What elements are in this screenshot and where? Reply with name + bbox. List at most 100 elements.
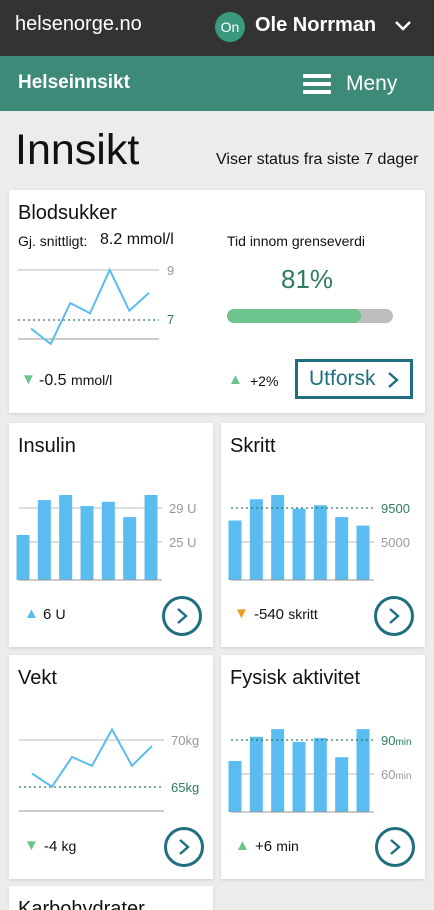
axis-label-target-unit: min <box>395 737 411 748</box>
trend-unit: skritt <box>288 606 318 622</box>
app-brand[interactable]: Helseinnsikt <box>18 72 130 94</box>
blood-sugar-chart: 9 7 <box>18 263 174 346</box>
trend-number: +6 <box>255 838 273 855</box>
chart-bar <box>101 501 115 580</box>
carbohydrates-card[interactable]: Karbohydrater <box>9 886 213 910</box>
average-label: Gj. snittligt: <box>18 233 88 249</box>
chart-bar <box>292 508 306 580</box>
axis-label-target-number: 90 <box>381 733 395 748</box>
trend-up-icon: ▲ <box>24 605 39 622</box>
range-progress-bar <box>227 309 393 323</box>
trend-number: -540 <box>254 606 285 623</box>
axis-label-low: 5000 <box>381 535 410 550</box>
chart-series-line <box>30 267 150 346</box>
insulin-chart: 29 U 25 U <box>16 495 196 581</box>
range-label: Tid innom grenseverdi <box>227 233 365 249</box>
axis-label-high: 9 <box>167 263 174 278</box>
hamburger-icon <box>303 74 331 94</box>
axis-label-target: 7 <box>167 312 174 327</box>
trend-value: +6 min <box>255 838 299 855</box>
chart-bar <box>292 741 306 812</box>
trend-down-icon: ▼ <box>234 605 249 622</box>
weight-card: Vekt 70kg 65kg ▼ -4 kg <box>9 655 213 879</box>
chart-bar <box>271 729 285 812</box>
chart-bar <box>16 534 30 580</box>
chevron-right-icon <box>179 839 190 855</box>
open-insulin-button[interactable] <box>162 596 202 636</box>
open-activity-button[interactable] <box>375 827 415 867</box>
trend-up-icon: ▲ <box>235 837 250 854</box>
trend-unit: min <box>276 838 299 854</box>
menu-button[interactable]: Meny <box>303 70 413 98</box>
trend-value: 6 U <box>43 606 66 623</box>
trend-up-icon: ▲ <box>228 371 243 388</box>
activity-chart: 90min 60min <box>228 729 412 813</box>
blood-sugar-card: Blodsukker Gj. snittligt: 8.2 mmol/l 9 7… <box>9 190 425 413</box>
chart-bar <box>335 517 349 580</box>
trend-value: -540 skritt <box>254 606 318 623</box>
chart-bar <box>37 500 51 580</box>
steps-chart: 9500 5000 <box>228 495 410 581</box>
chart-bar <box>313 738 327 812</box>
trend-down-icon: ▼ <box>21 371 36 388</box>
axis-label-low: 25 U <box>169 535 196 550</box>
chart-bar <box>249 736 263 812</box>
chevron-right-icon <box>390 839 401 855</box>
chevron-right-icon <box>389 608 400 624</box>
card-title: Skritt <box>230 435 276 457</box>
trend-unit: mmol/l <box>71 372 113 388</box>
range-percentage: 81% <box>281 264 334 294</box>
insulin-card: Insulin 29 U 25 U ▲ 6 U <box>9 423 213 647</box>
card-title: Insulin <box>18 435 76 457</box>
open-weight-button[interactable] <box>164 827 204 867</box>
chart-bar <box>249 499 263 580</box>
physical-activity-card: Fysisk aktivitet 90min 60min ▲ +6 min <box>221 655 425 879</box>
weight-chart: 70kg 65kg <box>19 727 199 812</box>
axis-label-high: 29 U <box>169 501 196 516</box>
app-nav-bar: Helseinnsikt Meny <box>0 56 434 111</box>
trend-value: -0.5 mmol/l <box>39 372 112 390</box>
trend-value: -4 kg <box>44 838 76 855</box>
open-steps-button[interactable] <box>374 596 414 636</box>
card-title: Fysisk aktivitet <box>230 667 361 689</box>
range-progress-fill <box>227 309 362 323</box>
trend-number: -0.5 <box>39 372 67 389</box>
average-value: 8.2 mmol/l <box>100 231 174 248</box>
chart-bar <box>123 517 137 580</box>
axis-label-low-unit: min <box>395 771 411 782</box>
trend-unit: U <box>55 606 66 622</box>
status-period-text: Viser status fra siste 7 dager <box>216 151 419 168</box>
axis-label-low: 60min <box>381 767 412 782</box>
user-name[interactable]: Ole Norrman <box>255 14 376 37</box>
axis-label-low-number: 60 <box>381 767 395 782</box>
trend-unit: kg <box>61 838 77 854</box>
trend-number: 6 <box>43 606 52 623</box>
trend-down-icon: ▼ <box>24 837 39 854</box>
chart-bar <box>144 495 158 580</box>
site-logo-link[interactable]: helsenorge.no <box>15 13 142 36</box>
chart-bar <box>335 757 349 812</box>
chart-bar <box>313 505 327 580</box>
menu-label: Meny <box>346 72 398 95</box>
chart-bar <box>228 761 242 812</box>
card-title: Blodsukker <box>18 202 117 224</box>
trend-number: -4 <box>44 838 58 855</box>
user-avatar[interactable]: On <box>215 12 245 42</box>
chart-bar <box>228 520 242 580</box>
chevron-right-icon <box>388 372 399 388</box>
axis-label-target: 65kg <box>171 780 199 795</box>
chevron-down-icon[interactable] <box>393 16 413 36</box>
explore-button[interactable]: Utforsk <box>295 359 413 399</box>
card-title: Vekt <box>18 667 57 689</box>
chart-bar <box>356 525 370 580</box>
chart-bar <box>59 495 73 580</box>
chart-bar <box>80 506 94 580</box>
chart-bar <box>356 729 370 812</box>
explore-label: Utforsk <box>309 367 376 390</box>
chart-series-line <box>31 727 153 789</box>
axis-label-target: 9500 <box>381 501 410 516</box>
card-title: Karbohydrater <box>18 898 145 910</box>
steps-card: Skritt 9500 5000 ▼ -540 skritt <box>221 423 425 647</box>
chevron-right-icon <box>177 608 188 624</box>
range-trend-value: +2% <box>250 373 279 389</box>
